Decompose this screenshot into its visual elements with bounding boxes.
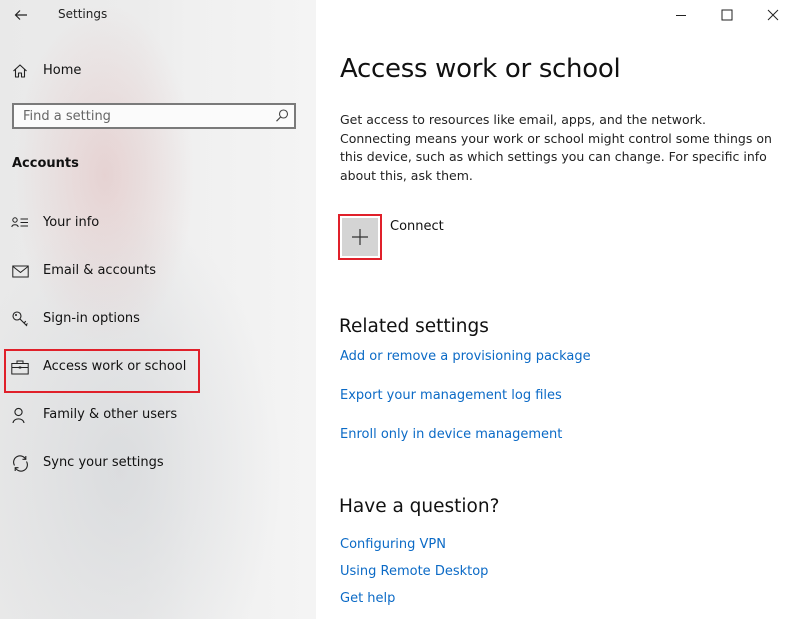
connect-label[interactable]: Connect bbox=[390, 219, 444, 234]
page-description: Get access to resources like email, apps… bbox=[340, 112, 772, 183]
home-icon bbox=[11, 62, 29, 80]
sidebar-item-sync-your-settings[interactable]: Sync your settings bbox=[0, 443, 316, 483]
section-heading-accounts: Accounts bbox=[12, 156, 79, 171]
settings-window: Settings Home Accounts bbox=[0, 0, 789, 619]
sidebar-item-label: Sync your settings bbox=[43, 455, 164, 470]
search-box bbox=[12, 103, 296, 129]
search-icon[interactable] bbox=[274, 108, 290, 124]
maximize-button[interactable] bbox=[704, 0, 750, 30]
app-title: Settings bbox=[58, 7, 108, 21]
sync-icon bbox=[11, 454, 29, 472]
sidebar-item-your-info[interactable]: Your info bbox=[0, 203, 316, 243]
minimize-button[interactable] bbox=[658, 0, 704, 30]
link-provisioning-package[interactable]: Add or remove a provisioning package bbox=[340, 349, 591, 364]
plus-icon bbox=[352, 229, 368, 245]
have-a-question-heading: Have a question? bbox=[339, 496, 500, 517]
selection-highlight bbox=[4, 349, 200, 393]
sidebar: Settings Home Accounts bbox=[0, 0, 316, 619]
connect-button[interactable] bbox=[338, 214, 382, 260]
connect-tile bbox=[342, 218, 378, 256]
link-remote-desktop[interactable]: Using Remote Desktop bbox=[340, 564, 488, 579]
person-add-icon bbox=[11, 406, 29, 424]
sidebar-item-home[interactable]: Home bbox=[0, 51, 316, 91]
person-card-icon bbox=[11, 214, 29, 232]
sidebar-item-label: Home bbox=[43, 63, 82, 78]
sidebar-item-label: Your info bbox=[43, 215, 100, 230]
mail-icon bbox=[11, 262, 29, 280]
maximize-icon bbox=[721, 9, 733, 21]
key-icon bbox=[11, 310, 29, 328]
sidebar-item-label: Sign-in options bbox=[43, 311, 140, 326]
sidebar-item-sign-in-options[interactable]: Sign-in options bbox=[0, 299, 316, 339]
close-button[interactable] bbox=[750, 0, 789, 30]
close-icon bbox=[767, 9, 779, 21]
link-export-management-logs[interactable]: Export your management log files bbox=[340, 388, 562, 403]
back-button[interactable] bbox=[8, 3, 34, 27]
sidebar-item-label: Email & accounts bbox=[43, 263, 157, 278]
sidebar-item-label: Family & other users bbox=[43, 407, 178, 422]
link-enroll-device-management[interactable]: Enroll only in device management bbox=[340, 427, 562, 442]
page-title: Access work or school bbox=[340, 54, 621, 84]
back-arrow-icon bbox=[14, 10, 27, 20]
link-configuring-vpn[interactable]: Configuring VPN bbox=[340, 537, 446, 552]
link-get-help[interactable]: Get help bbox=[340, 591, 395, 606]
search-input[interactable] bbox=[14, 105, 273, 127]
content-pane: Access work or school Get access to reso… bbox=[316, 0, 789, 619]
minimize-icon bbox=[676, 15, 686, 16]
sidebar-item-email-accounts[interactable]: Email & accounts bbox=[0, 251, 316, 291]
sidebar-item-family-other-users[interactable]: Family & other users bbox=[0, 395, 316, 435]
related-settings-heading: Related settings bbox=[339, 316, 489, 337]
